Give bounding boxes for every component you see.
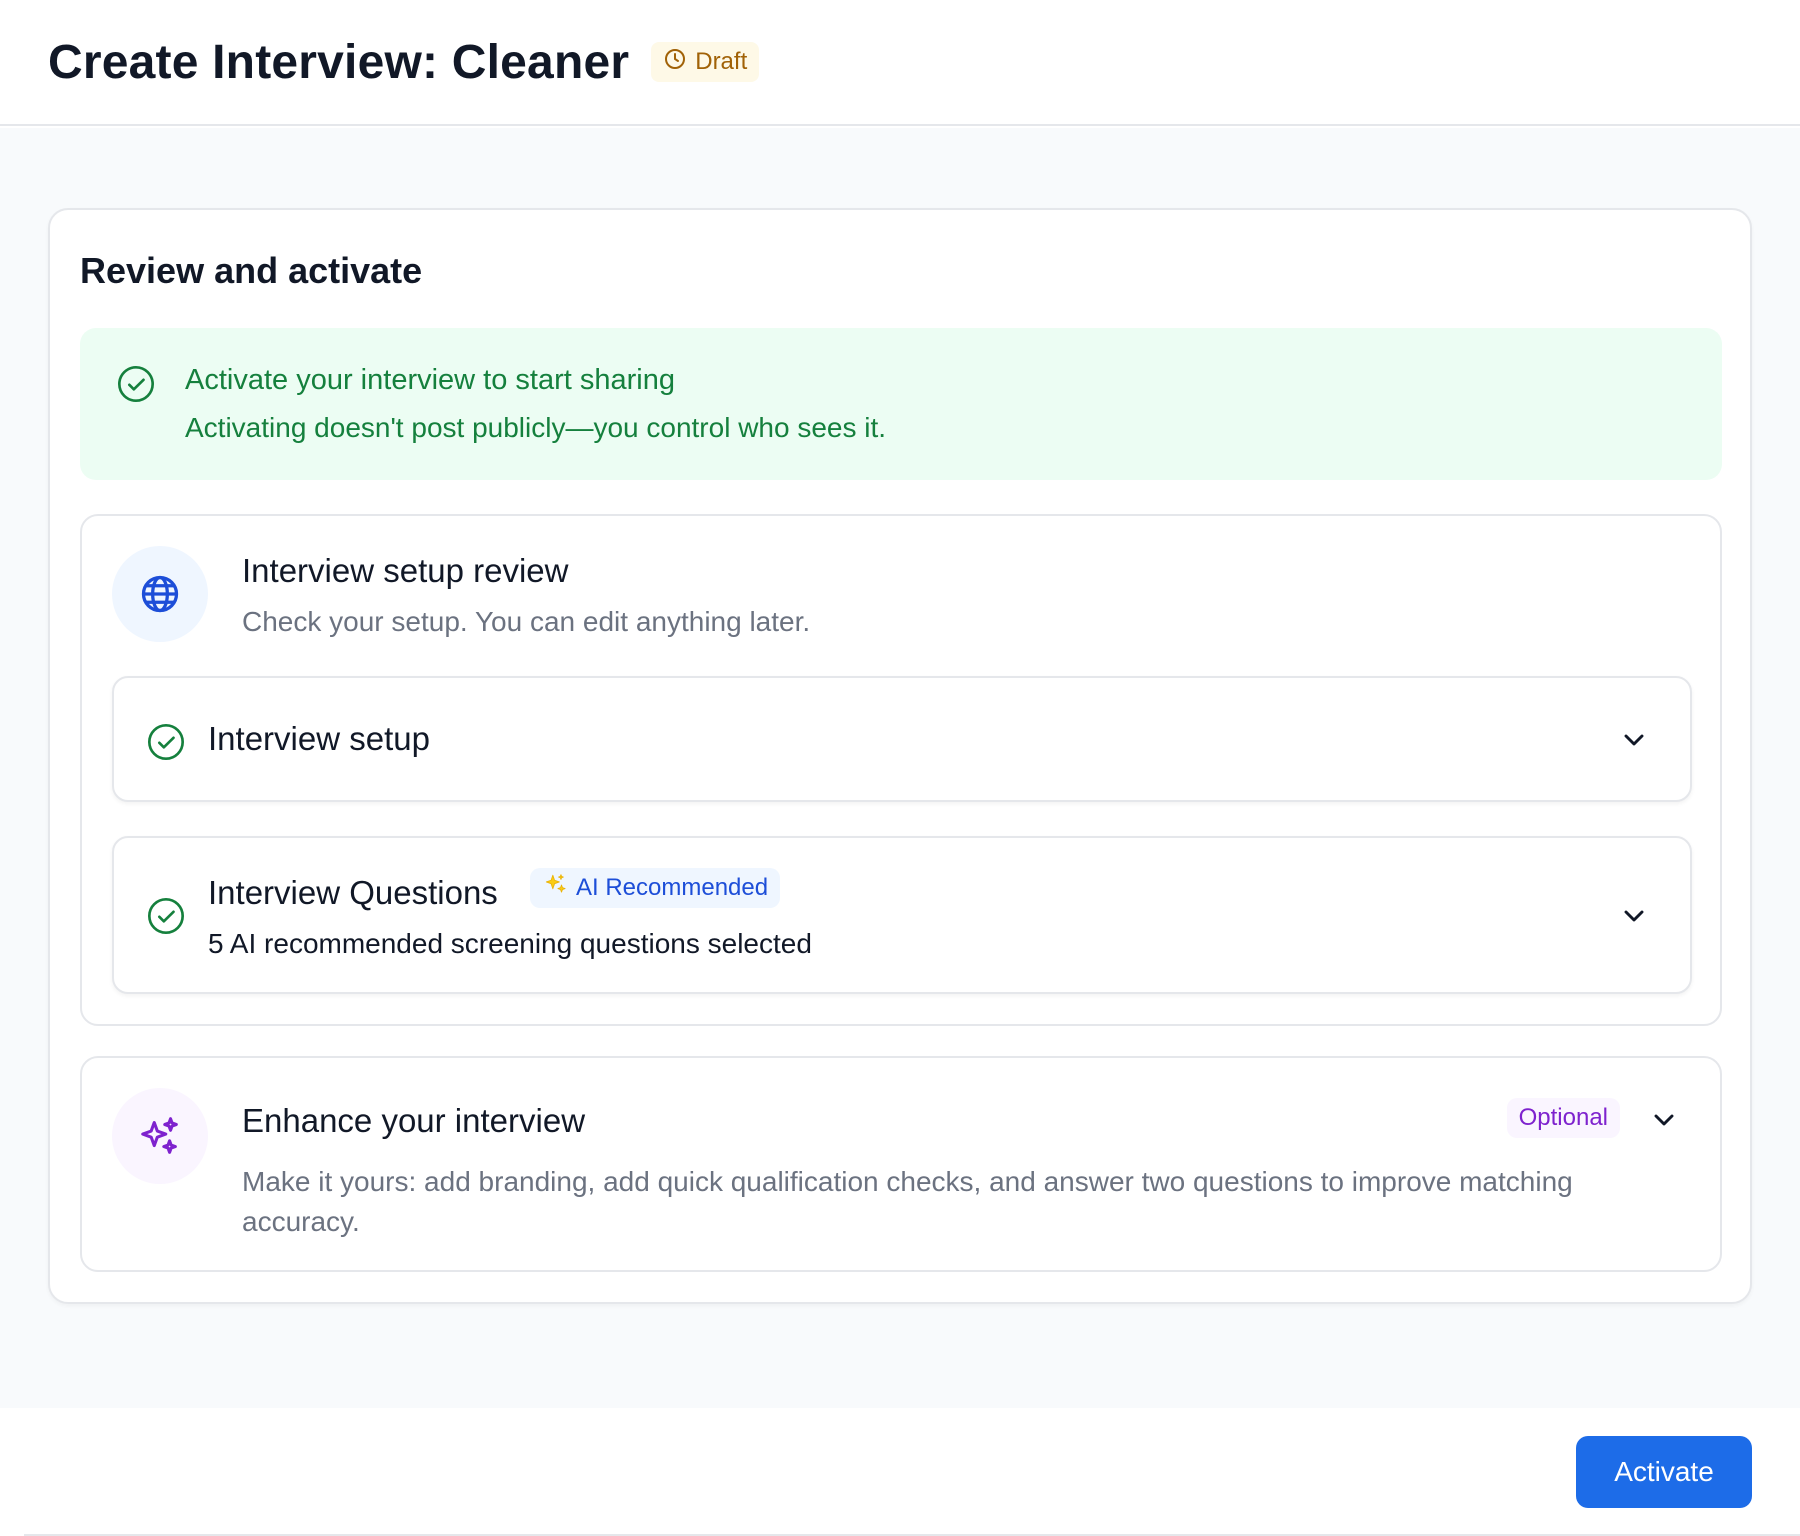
optional-badge: Optional (1506, 1098, 1620, 1138)
page-header: Create Interview: Cleaner Draft (0, 0, 1800, 126)
globe-icon (112, 546, 208, 642)
chevron-down-icon[interactable] (1618, 724, 1650, 761)
interview-setup-accordion[interactable]: Interview setup (112, 676, 1692, 802)
ai-recommended-badge: AI Recommended (530, 868, 781, 908)
activation-info-banner: Activate your interview to start sharing… (80, 328, 1722, 480)
banner-body: Activating doesn't post publicly—you con… (185, 412, 887, 443)
sparkles-icon (112, 1088, 208, 1184)
check-circle-icon (146, 722, 186, 767)
accordion-description: 5 AI recommended screening questions sel… (208, 928, 812, 959)
accordion-title: Interview Questions (208, 874, 498, 911)
section-description: Make it yours: add branding, add quick q… (242, 1166, 1573, 1237)
card-title: Review and activate (80, 250, 423, 291)
status-badge: Draft (651, 42, 760, 82)
footer-bar: Activate (0, 1408, 1800, 1536)
page-title: Create Interview: Cleaner (48, 35, 630, 89)
activate-button[interactable]: Activate (1576, 1436, 1752, 1508)
check-circle-icon (116, 364, 156, 409)
ai-badge-label: AI Recommended (576, 874, 769, 901)
enhance-interview-section[interactable]: Enhance your interview Optional Make it … (80, 1056, 1722, 1272)
status-badge-label: Draft (695, 48, 748, 75)
check-circle-icon (146, 896, 186, 941)
review-card: Review and activate Activate your interv… (48, 208, 1752, 1304)
section-subtitle: Check your setup. You can edit anything … (242, 606, 811, 637)
clock-icon (663, 47, 687, 78)
main-content: Review and activate Activate your interv… (0, 128, 1800, 1408)
chevron-down-icon[interactable] (1618, 900, 1650, 937)
setup-review-section: Interview setup review Check your setup.… (80, 514, 1722, 1026)
sparkles-icon (542, 872, 568, 905)
banner-title: Activate your interview to start sharing (185, 364, 675, 396)
chevron-down-icon[interactable] (1648, 1104, 1680, 1141)
interview-questions-accordion[interactable]: Interview Questions AI Recommended 5 AI … (112, 836, 1692, 994)
accordion-title: Interview setup (208, 720, 430, 757)
section-title: Interview setup review (242, 552, 569, 589)
section-title: Enhance your interview (242, 1102, 586, 1139)
